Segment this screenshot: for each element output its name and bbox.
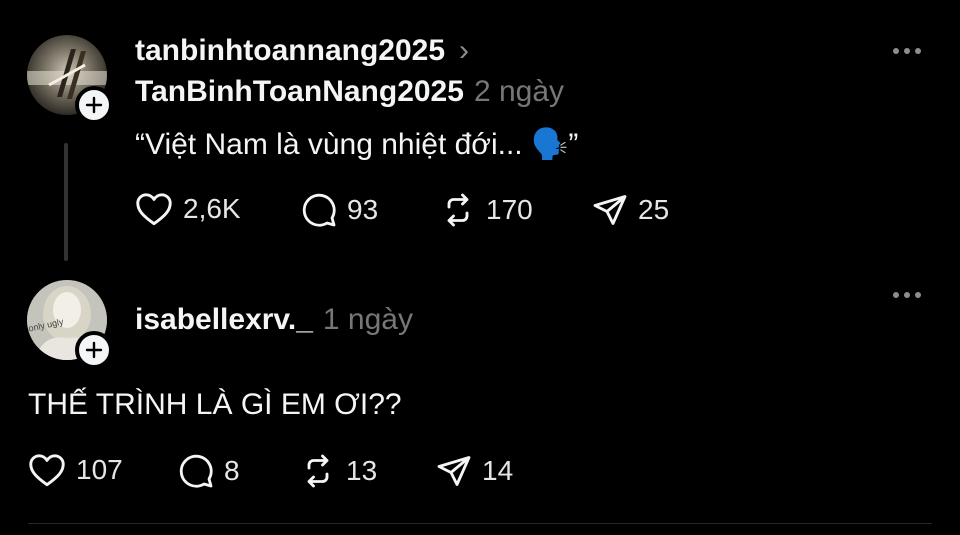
more-button[interactable]: [893, 292, 921, 298]
share-count: 14: [482, 455, 514, 486]
follow-button[interactable]: [75, 86, 113, 124]
repost-count: 13: [346, 455, 378, 486]
more-icon-dot: [904, 292, 910, 298]
repost-icon: [447, 193, 469, 227]
divider: [28, 523, 932, 524]
username[interactable]: isabellexrv._: [135, 303, 313, 337]
timestamp: 2 ngày: [473, 75, 565, 108]
reply-text: THẾ TRÌNH LÀ GÌ EM ƠI??: [28, 388, 402, 421]
repost-button[interactable]: 13: [300, 453, 377, 489]
more-icon: [893, 292, 899, 298]
share-count: 25: [638, 194, 670, 225]
follow-button[interactable]: [75, 331, 113, 369]
like-button[interactable]: 107: [28, 453, 123, 487]
post-actions: 2,6K 93 170 25: [135, 192, 695, 230]
post-text: “Việt Nam là vùng nhiệt đới... 🗣️”: [135, 128, 579, 161]
reply-header: isabellexrv._ 1 ngày: [135, 303, 413, 337]
more-icon-dot: [915, 292, 921, 298]
heart-icon: [29, 454, 65, 487]
comment-icon: [179, 454, 213, 488]
repost-count: 170: [486, 194, 533, 225]
share-button[interactable]: 14: [436, 453, 513, 489]
more-button[interactable]: [893, 48, 921, 54]
more-icon: [893, 48, 899, 54]
username[interactable]: tanbinhtoannang2025: [135, 34, 445, 68]
timestamp: 1 ngày: [322, 303, 413, 336]
heart-icon: [136, 193, 172, 226]
display-name[interactable]: TanBinhToanNang2025: [135, 75, 464, 109]
plus-icon: [85, 341, 103, 359]
like-button[interactable]: 2,6K: [135, 192, 241, 226]
like-count: 107: [76, 454, 123, 485]
comment-count: 8: [224, 455, 240, 486]
more-icon-dot: [904, 48, 910, 54]
repost-icon: [307, 454, 329, 488]
reply-actions: 107 8 13 14: [28, 453, 568, 491]
chevron-right-icon[interactable]: ›: [459, 34, 469, 68]
repost-button[interactable]: 170: [440, 192, 533, 228]
thread-line: [64, 143, 68, 261]
plus-icon: [85, 96, 103, 114]
post-subheader: TanBinhToanNang2025 2 ngày: [135, 75, 564, 109]
comment-button[interactable]: 8: [178, 453, 240, 489]
more-icon-dot: [915, 48, 921, 54]
comment-icon: [302, 193, 336, 227]
comment-count: 93: [347, 194, 379, 225]
post-header: tanbinhtoannang2025 ›: [135, 34, 469, 68]
send-icon: [593, 195, 627, 225]
share-button[interactable]: 25: [592, 192, 669, 228]
comment-button[interactable]: 93: [301, 192, 378, 228]
like-count: 2,6K: [183, 193, 241, 224]
send-icon: [437, 456, 471, 486]
